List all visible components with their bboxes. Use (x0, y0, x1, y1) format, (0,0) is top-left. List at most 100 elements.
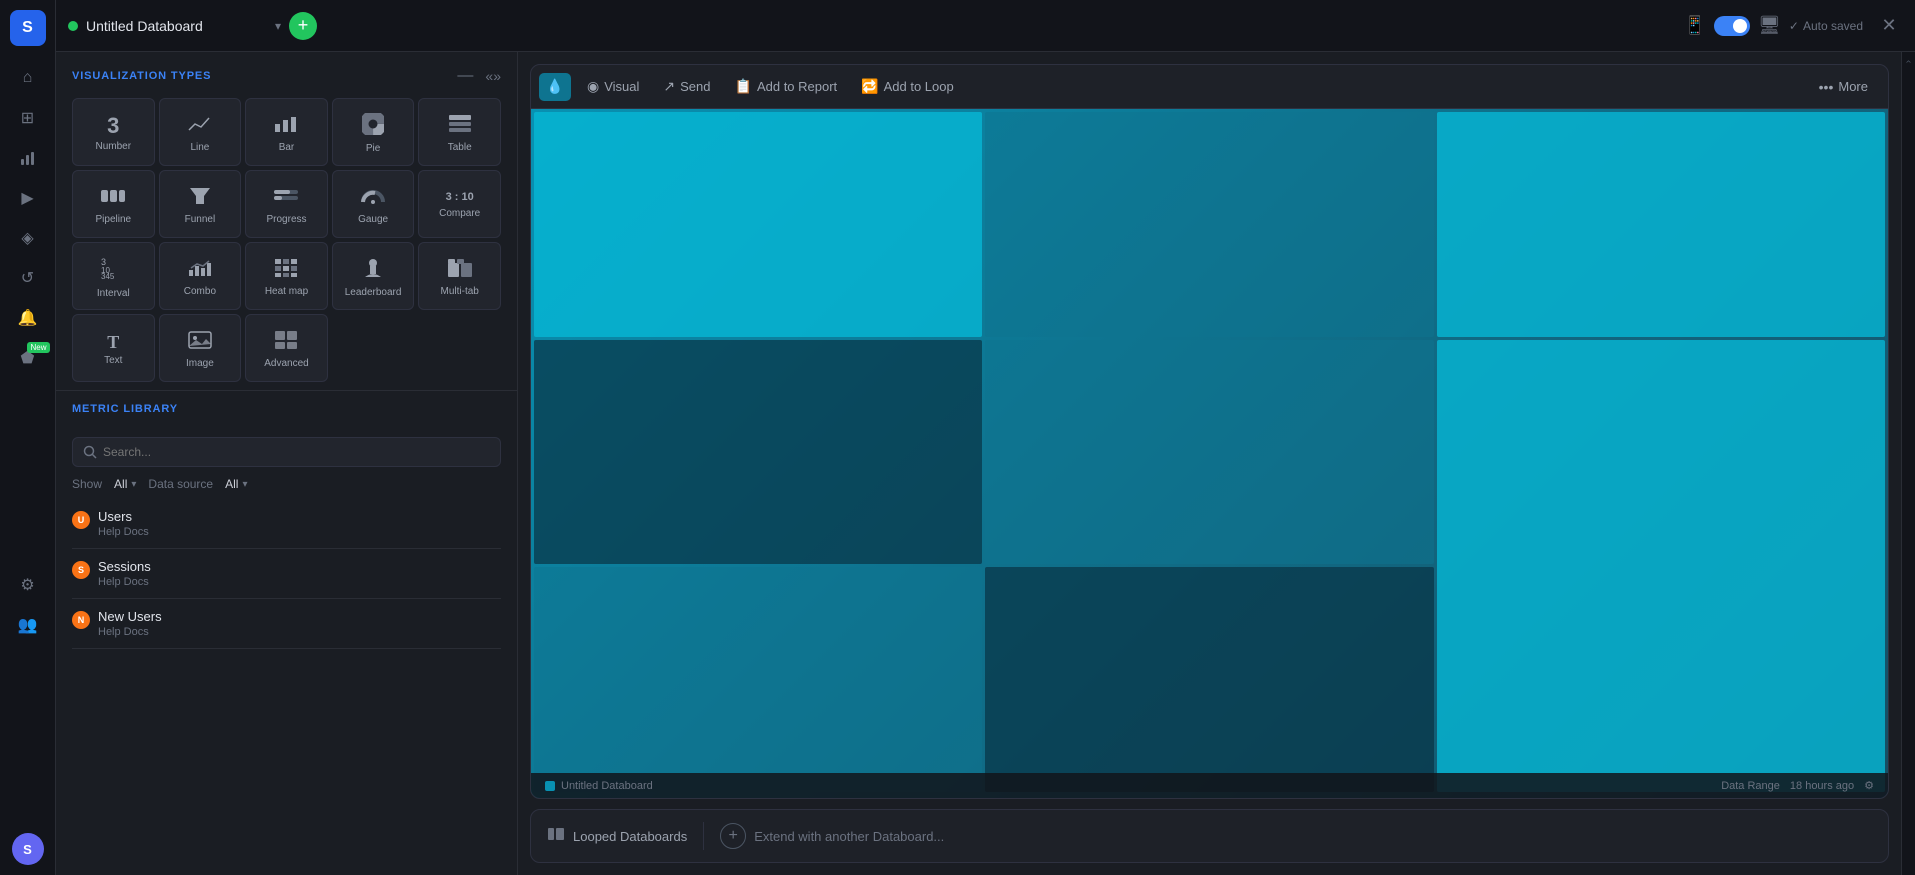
viz-type-bar[interactable]: Bar (245, 98, 328, 166)
top-bar-center: 📱 🖥 (1684, 15, 1781, 36)
bottom-bar: Looped Databoards + Extend with another … (530, 809, 1889, 863)
toolbar-add-to-report[interactable]: 📋 Add to Report (723, 65, 850, 108)
toolbar-visual-label: Visual (604, 79, 639, 94)
metric-source-new-users: Help Docs (98, 626, 162, 638)
viz-section-header: VISUALIZATION TYPES — «» (72, 66, 501, 86)
toolbar-visual[interactable]: ◉ Visual (575, 65, 651, 108)
extend-label: Extend with another Databoard... (754, 829, 944, 844)
progress-label: Progress (266, 214, 306, 225)
visualization-types-section: VISUALIZATION TYPES — «» 3 Number (56, 52, 517, 390)
main-content: ▾ + 📱 🖥 ✓ Auto saved ✕ VISUALIZATION TYP… (56, 0, 1915, 875)
right-panel: 💧 ◉ Visual ↗ Send 📋 Add to Report 🔁 (518, 52, 1901, 875)
nav-icon-bell[interactable]: 🔔 (10, 300, 46, 336)
viz-type-gauge[interactable]: Gauge (332, 170, 415, 238)
time-ago-label: 18 hours ago (1790, 780, 1854, 792)
viz-type-heat-map[interactable]: Heat map (245, 242, 328, 310)
metric-source-users: Help Docs (98, 526, 149, 538)
minimize-button[interactable]: — (453, 66, 477, 86)
show-filter-value: All (114, 477, 127, 491)
app-logo[interactable]: S (10, 10, 46, 46)
top-bar: ▾ + 📱 🖥 ✓ Auto saved ✕ (56, 0, 1915, 52)
datasource-filter-select[interactable]: All ▾ (225, 477, 247, 491)
auto-saved-label: Auto saved (1803, 19, 1863, 33)
viz-type-interval[interactable]: 310345 Interval (72, 242, 155, 310)
hm-cell-5 (1437, 340, 1885, 792)
svg-text:345: 345 (101, 272, 115, 279)
pie-icon (362, 113, 384, 139)
nav-icon-new-feature[interactable]: ⬟ (10, 340, 46, 376)
viz-type-line[interactable]: Line (159, 98, 242, 166)
add-to-loop-icon: 🔁 (861, 78, 878, 95)
nav-icon-tag[interactable]: ◈ (10, 220, 46, 256)
collapse-button[interactable]: «» (485, 68, 501, 84)
mobile-icon[interactable]: 📱 (1684, 15, 1706, 36)
viz-type-pie[interactable]: Pie (332, 98, 415, 166)
toolbar-send[interactable]: ↗ Send (651, 65, 722, 108)
heat-map-icon (274, 258, 298, 282)
metric-dot-users: U (72, 511, 90, 529)
viz-type-leaderboard[interactable]: Leaderboard (332, 242, 415, 310)
more-icon: ••• (1819, 79, 1834, 95)
databoard-title-input[interactable] (86, 18, 267, 34)
metric-item-new-users[interactable]: N New Users Help Docs (72, 599, 501, 649)
image-icon (188, 330, 212, 354)
text-label: Text (104, 355, 122, 366)
metric-search-input[interactable] (103, 445, 490, 459)
viz-type-text[interactable]: T Text (72, 314, 155, 382)
add-to-report-icon: 📋 (735, 78, 752, 95)
table-label: Table (448, 142, 472, 153)
viz-type-image[interactable]: Image (159, 314, 242, 382)
nav-icon-people[interactable]: 👥 (10, 607, 46, 643)
metric-name-sessions: Sessions (98, 559, 151, 574)
viz-type-compare[interactable]: 3 : 10 Compare (418, 170, 501, 238)
right-edge-panel[interactable]: ‹ (1901, 52, 1915, 875)
heatmap-preview: Untitled Databoard Data Range 18 hours a… (531, 109, 1888, 798)
toolbar-more[interactable]: ••• More (1807, 65, 1880, 108)
metric-info-sessions: Sessions Help Docs (98, 559, 151, 588)
viz-type-combo[interactable]: Combo (159, 242, 242, 310)
text-icon: T (107, 333, 119, 351)
metric-search-box[interactable] (72, 437, 501, 467)
user-avatar[interactable]: S (12, 833, 44, 865)
nav-icon-chart[interactable] (10, 140, 46, 176)
datasource-label: Data source (148, 477, 213, 491)
nav-icon-video[interactable]: ▶ (10, 180, 46, 216)
datasource-filter-chevron-icon: ▾ (242, 479, 247, 490)
combo-label: Combo (184, 286, 216, 297)
nav-icon-refresh[interactable]: ↺ (10, 260, 46, 296)
metric-library-header: METRIC LIBRARY (72, 403, 501, 415)
metric-dot-new-users: N (72, 611, 90, 629)
number-icon: 3 (107, 115, 119, 137)
nav-icon-home[interactable]: ⌂ (10, 60, 46, 96)
metric-item-sessions[interactable]: S Sessions Help Docs (72, 549, 501, 599)
toolbar-add-to-loop[interactable]: 🔁 Add to Loop (849, 65, 966, 108)
extend-section[interactable]: + Extend with another Databoard... (720, 823, 944, 849)
hm-cell-4 (985, 340, 1433, 565)
nav-icon-grid[interactable]: ⊞ (10, 100, 46, 136)
add-button[interactable]: + (289, 12, 317, 40)
view-toggle[interactable] (1714, 16, 1750, 36)
image-label: Image (186, 358, 214, 369)
show-filter-chevron-icon: ▾ (131, 479, 136, 490)
viz-type-table[interactable]: Table (418, 98, 501, 166)
viz-type-progress[interactable]: Progress (245, 170, 328, 238)
viz-type-advanced[interactable]: Advanced (245, 314, 328, 382)
hm-cell-7 (985, 567, 1433, 792)
funnel-icon (189, 186, 211, 210)
body-row: VISUALIZATION TYPES — «» 3 Number (56, 52, 1915, 875)
viz-type-multi-tab[interactable]: Multi-tab (418, 242, 501, 310)
show-filter-select[interactable]: All ▾ (114, 477, 136, 491)
viz-type-pipeline[interactable]: Pipeline (72, 170, 155, 238)
viz-type-number[interactable]: 3 Number (72, 98, 155, 166)
heatmap-footer-title: Untitled Databoard (561, 780, 653, 792)
viz-type-funnel[interactable]: Funnel (159, 170, 242, 238)
heatmap-footer-right: Data Range 18 hours ago ⚙ (1721, 779, 1874, 792)
desktop-icon[interactable]: 🖥 (1758, 15, 1781, 36)
metric-item-users[interactable]: U Users Help Docs (72, 499, 501, 549)
close-button[interactable]: ✕ (1875, 12, 1903, 40)
metric-source-sessions: Help Docs (98, 576, 151, 588)
viz-type-grid: 3 Number Line Bar (72, 98, 501, 382)
title-chevron-icon[interactable]: ▾ (275, 19, 281, 33)
nav-icon-settings[interactable]: ⚙ (10, 567, 46, 603)
water-drop-button[interactable]: 💧 (539, 73, 571, 101)
